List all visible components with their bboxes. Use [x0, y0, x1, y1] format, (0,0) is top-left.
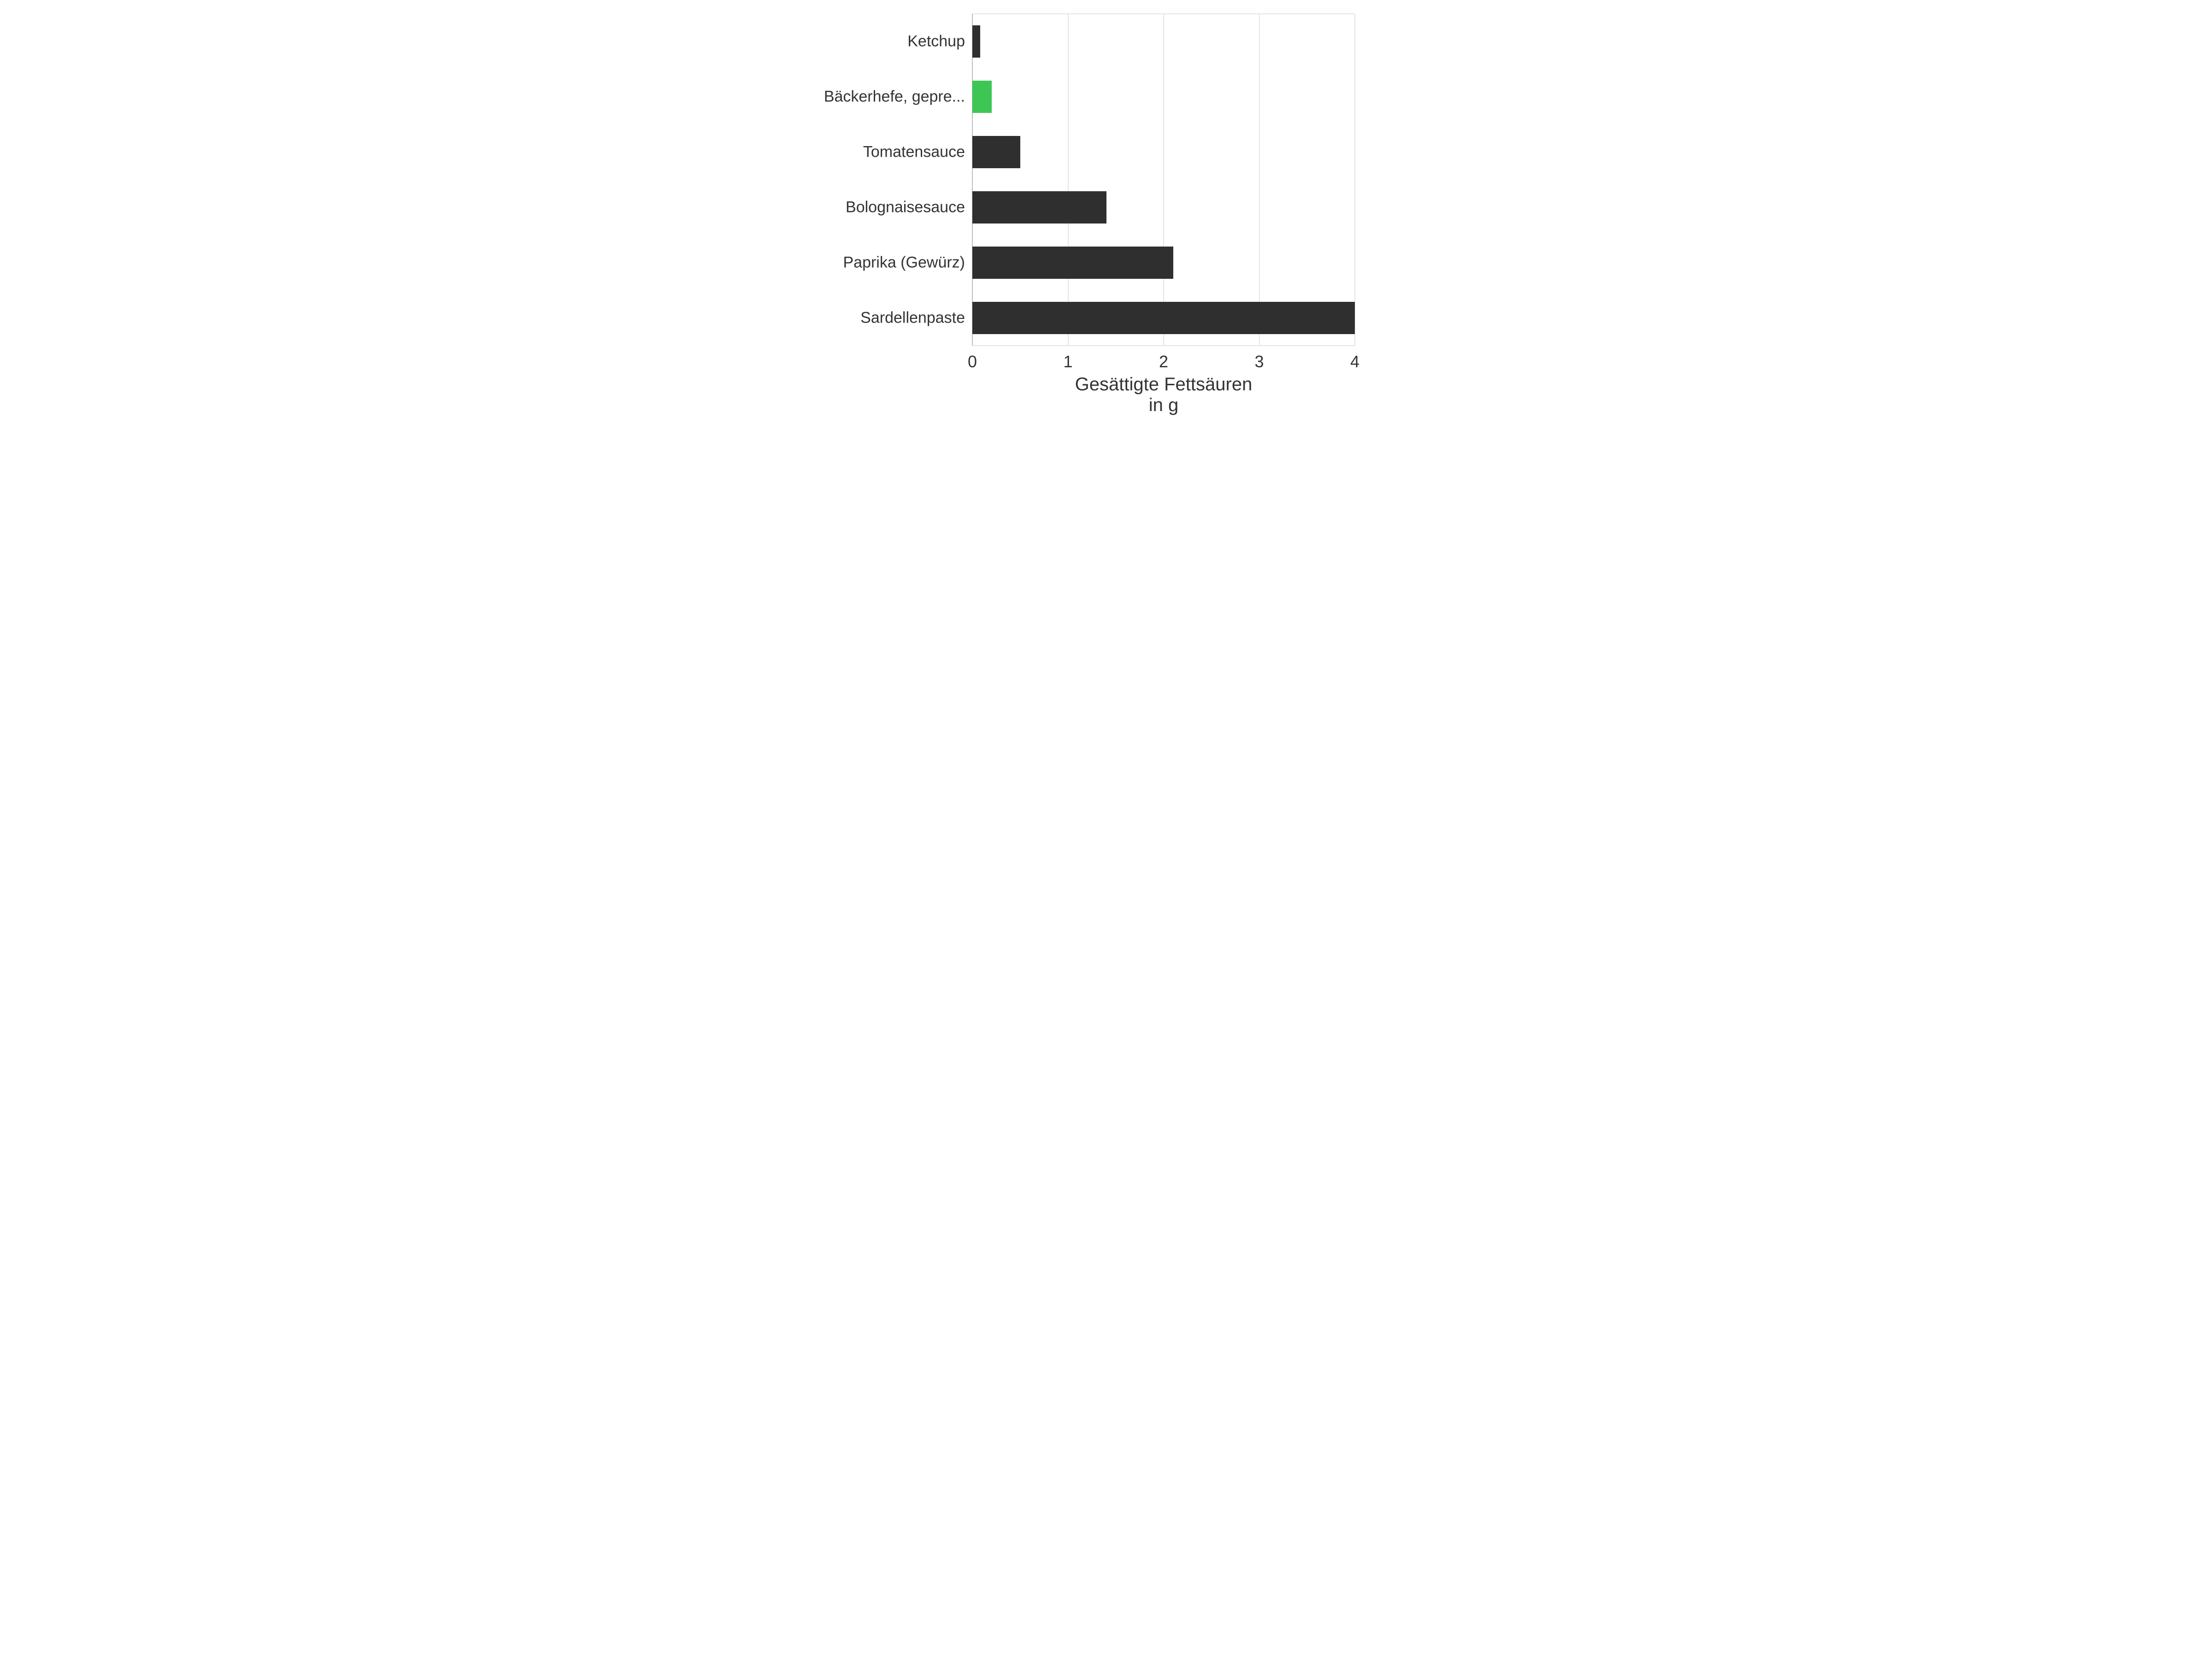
x-tick-label: 3: [1254, 346, 1264, 371]
gridline-vertical: [1259, 14, 1260, 346]
bar: [972, 81, 992, 113]
plot-area: Gesättigte Fettsäuren in g 01234KetchupB…: [972, 14, 1355, 346]
bar: [972, 191, 1106, 224]
gridline-vertical: [1163, 14, 1164, 346]
gridline-horizontal: [972, 13, 1355, 14]
bar: [972, 247, 1173, 279]
y-tick-label: Tomatensauce: [863, 143, 972, 161]
y-tick-label: Bäckerhefe, gepre...: [824, 88, 972, 106]
y-axis-line: [972, 14, 973, 346]
x-tick-label: 0: [968, 346, 977, 371]
bar: [972, 136, 1020, 168]
chart-container: Gesättigte Fettsäuren in g 01234KetchupB…: [830, 0, 1382, 415]
x-tick-label: 2: [1159, 346, 1168, 371]
y-tick-label: Ketchup: [907, 33, 972, 51]
gridline-vertical: [1354, 14, 1355, 346]
x-tick-label: 1: [1063, 346, 1072, 371]
gridline-horizontal: [972, 345, 1355, 346]
gridline-vertical: [1068, 14, 1069, 346]
bar: [972, 25, 980, 58]
y-tick-label: Sardellenpaste: [860, 309, 972, 327]
x-tick-label: 4: [1350, 346, 1359, 371]
y-tick-label: Paprika (Gewürz): [843, 254, 972, 272]
bar: [972, 302, 1355, 334]
y-tick-label: Bolognaisesauce: [846, 199, 972, 217]
